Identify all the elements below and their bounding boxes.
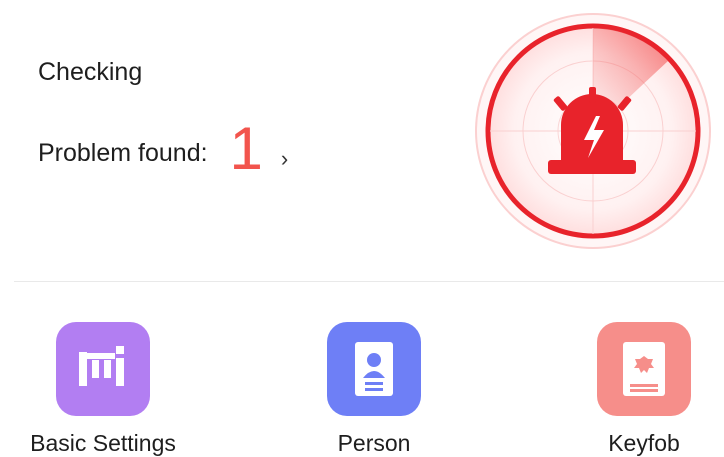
- tile-basic-settings[interactable]: Basic Settings: [18, 322, 188, 456]
- problem-found-label: Problem found:: [38, 138, 208, 167]
- tile-keyfob[interactable]: Keyfob: [559, 322, 724, 456]
- section-divider: [14, 281, 724, 282]
- tile-basic-settings-label: Basic Settings: [30, 430, 176, 456]
- tile-keyfob-label: Keyfob: [608, 430, 680, 456]
- alarm-radar[interactable]: [474, 12, 712, 250]
- chevron-right-icon[interactable]: ›: [281, 146, 288, 172]
- status-title: Checking: [38, 58, 143, 86]
- problem-count: 1: [229, 115, 263, 182]
- person-card-icon: [327, 322, 421, 416]
- basic-settings-icon: [56, 322, 150, 416]
- keyfob-icon: [597, 322, 691, 416]
- tile-person[interactable]: Person: [289, 322, 459, 456]
- problem-found-row[interactable]: Problem found: 1 ›: [38, 118, 288, 188]
- tile-person-label: Person: [337, 430, 411, 456]
